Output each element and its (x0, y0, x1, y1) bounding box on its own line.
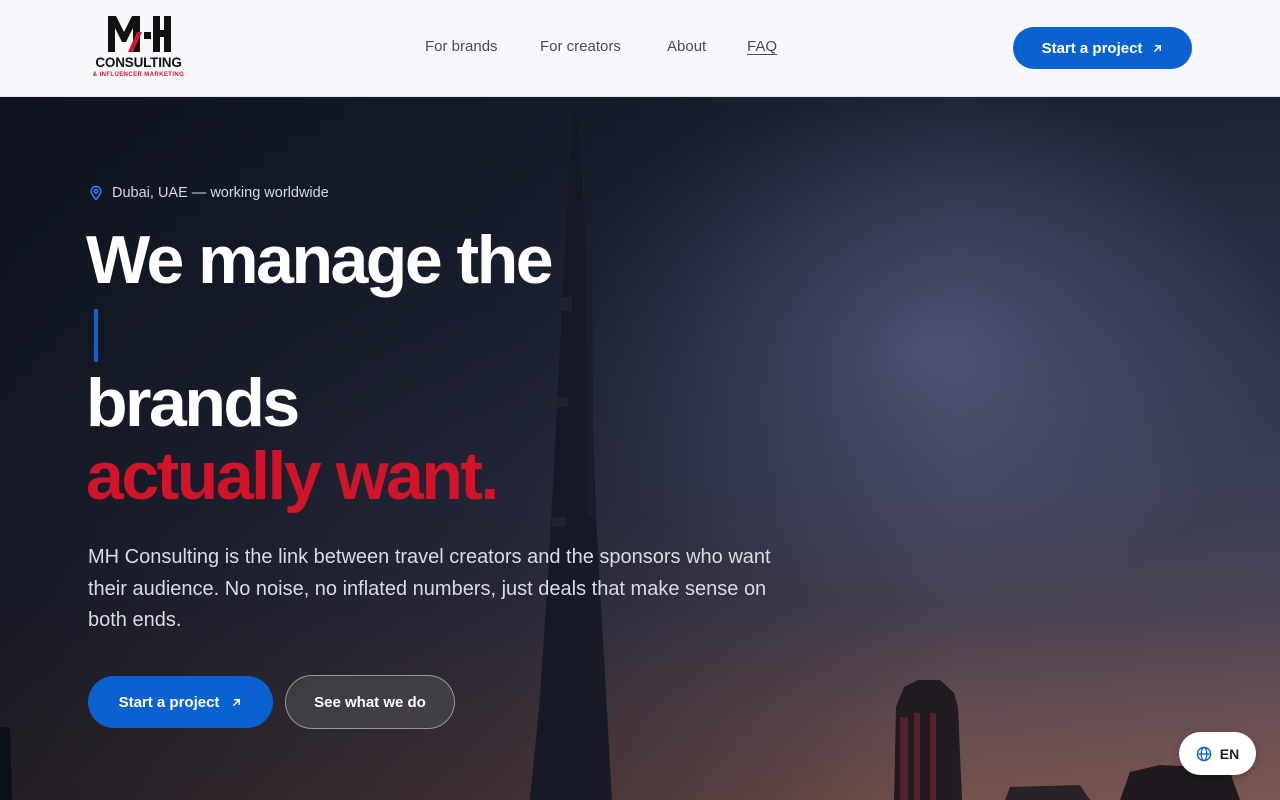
hero-start-project-label: Start a project (118, 693, 220, 711)
arrow-up-right-icon (1154, 44, 1162, 52)
hero-headline-accent: actually want. (86, 438, 499, 514)
arrow-up-right-icon (233, 698, 241, 706)
mh-logo-mark (108, 16, 171, 52)
globe-icon (1196, 746, 1211, 761)
location-line: Dubai, UAE — working worldwide (88, 185, 329, 201)
see-what-we-do-label: See what we do (314, 693, 426, 711)
nav-for-brands[interactable]: For brands (425, 38, 498, 55)
location-text: Dubai, UAE — working worldwide (112, 185, 329, 201)
nav-for-creators[interactable]: For creators (540, 38, 621, 55)
hero-section: Dubai, UAE — working worldwide We manage… (0, 97, 1280, 800)
map-pin-icon (90, 185, 102, 201)
logo-tagline: & INFLUENCER MARKETING (92, 72, 185, 78)
hero-headline-line2: brands (86, 365, 300, 441)
typing-caret (94, 309, 98, 362)
nav-faq[interactable]: FAQ (747, 38, 777, 55)
logo-wordmark: CONSULTING (95, 55, 182, 70)
header-start-project-button[interactable]: Start a project (1013, 27, 1192, 69)
hero-description: MH Consulting is the link between travel… (88, 546, 771, 631)
logo[interactable]: CONSULTING & INFLUENCER MARKETING (88, 14, 189, 80)
language-label: EN (1219, 745, 1240, 762)
hero-headline-line1: We manage the (86, 222, 554, 298)
hero-start-project-button[interactable]: Start a project (88, 676, 273, 728)
site-header: CONSULTING & INFLUENCER MARKETING For br… (0, 0, 1280, 97)
language-switcher[interactable]: EN (1179, 732, 1256, 775)
header-start-project-label: Start a project (1041, 39, 1143, 57)
nav-about[interactable]: About (667, 38, 706, 55)
see-what-we-do-button[interactable]: See what we do (285, 675, 455, 729)
